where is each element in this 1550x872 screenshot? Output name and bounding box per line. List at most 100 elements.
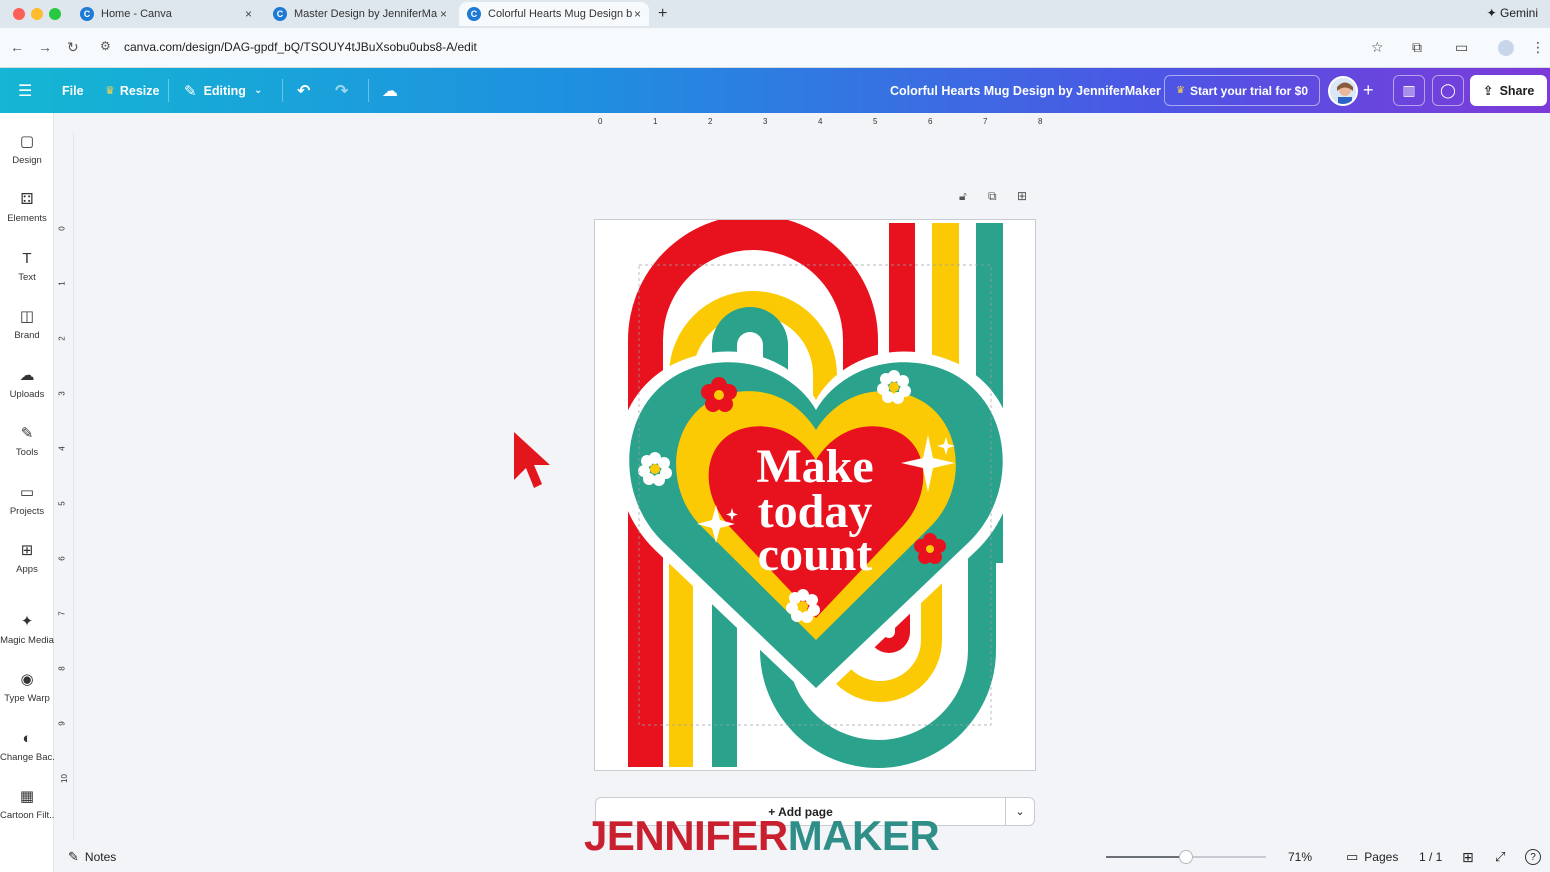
ruler-tick-label: 9 <box>57 721 67 726</box>
comment-bubble-icon: ◯ <box>1440 82 1456 98</box>
browser-tab-home[interactable]: C Home - Canva × <box>72 2 260 26</box>
user-avatar[interactable] <box>1328 76 1358 106</box>
browser-tab-bar: C Home - Canva × C Master Design by Jenn… <box>0 0 1550 28</box>
ruler-tick-label: 6 <box>57 556 67 561</box>
ruler-tick-label: 0 <box>57 226 67 231</box>
sidebar-item-label: Magic Media <box>0 635 54 646</box>
canva-favicon-icon: C <box>80 7 94 21</box>
sidebar-item-tools[interactable]: ✎ Tools <box>0 425 54 458</box>
insights-button[interactable]: ▥ <box>1393 75 1425 106</box>
zoom-slider-thumb[interactable] <box>1179 850 1193 864</box>
invite-plus-button[interactable]: + <box>1363 68 1374 113</box>
editor-toolbar: ☰ File ♛ Resize ✎ Editing ⌄ ↶ ↷ ☁ Colorf… <box>0 68 1550 113</box>
back-arrow-icon[interactable]: ← <box>10 39 24 55</box>
resize-button[interactable]: ♛ Resize <box>105 68 159 113</box>
sidebar-item-label: Apps <box>16 564 38 575</box>
undo-icon: ↶ <box>297 82 311 100</box>
sidebar-item-change-bac[interactable]: ◐ Change Bac... <box>0 730 60 763</box>
cast-icon[interactable]: ▭ <box>1455 39 1468 56</box>
redo-button[interactable]: ↷ <box>335 68 348 113</box>
extensions-icon[interactable]: ⧉ <box>1412 39 1422 56</box>
sidebar-item-label: Type Warp <box>4 693 50 704</box>
gemini-button[interactable]: ✦ Gemini <box>1487 6 1538 20</box>
zoom-slider[interactable] <box>1106 842 1266 872</box>
trial-label: Start your trial for $0 <box>1189 83 1308 98</box>
address-bar: ← → ↻ ⚙ canva.com/design/DAG-gpdf_bQ/TSO… <box>0 28 1550 68</box>
zoom-level[interactable]: 71% <box>1288 842 1312 872</box>
resize-label: Resize <box>119 83 160 98</box>
browser-menu-icon[interactable]: ⋮ <box>1531 39 1545 56</box>
site-settings-icon[interactable]: ⚙ <box>100 39 111 53</box>
change-background-icon: ◐ <box>22 730 32 747</box>
reload-icon[interactable]: ↻ <box>67 39 79 56</box>
design-page[interactable]: Make today count <box>594 219 1036 771</box>
main-menu-icon[interactable]: ☰ <box>18 68 32 113</box>
sidebar-item-elements[interactable]: ⚃ Elements <box>0 191 54 224</box>
sidebar-item-cartoon-filt[interactable]: ▦ Cartoon Filt... <box>0 788 57 821</box>
close-tab-icon[interactable]: × <box>634 7 641 21</box>
design-title[interactable]: Colorful Hearts Mug Design by JenniferMa… <box>890 68 1161 113</box>
sidebar-item-magic-media[interactable]: ✦ Magic Media <box>0 613 54 646</box>
horizontal-ruler: 0 1 2 3 4 5 6 7 8 <box>54 113 1550 133</box>
jennifermaker-watermark: JENNIFERMAKER <box>584 812 940 860</box>
ruler-tick-label: 6 <box>928 117 933 126</box>
headline-count[interactable]: count <box>758 528 873 581</box>
sidebar-item-type-warp[interactable]: ◉ Type Warp <box>0 671 54 704</box>
add-page-icon[interactable]: ⊞ <box>1017 189 1027 203</box>
grid-view-icon[interactable]: ⊞ <box>1462 842 1474 872</box>
ruler-tick-label: 3 <box>763 117 768 126</box>
duplicate-page-icon[interactable]: ⧉ <box>988 189 997 204</box>
toolbar-divider <box>168 79 169 102</box>
editing-mode-dropdown[interactable]: ✎ Editing ⌄ <box>184 68 262 113</box>
cloud-save-button[interactable]: ☁ <box>382 68 398 113</box>
type-warp-icon: ◉ <box>20 671 34 688</box>
share-button[interactable]: ⇪ Share <box>1470 75 1547 106</box>
sidebar-item-apps[interactable]: ⊞ Apps <box>0 542 54 575</box>
sidebar-item-uploads[interactable]: ☁ Uploads <box>0 367 54 400</box>
toolbar-divider <box>368 79 369 102</box>
sidebar-item-projects[interactable]: ▭ Projects <box>0 484 54 517</box>
help-button[interactable]: ? <box>1525 842 1541 872</box>
fullscreen-icon[interactable]: ⤢ <box>1495 842 1505 872</box>
pages-label: Pages <box>1364 850 1399 864</box>
bookmark-star-icon[interactable]: ☆ <box>1371 39 1384 56</box>
zoom-slider-fill <box>1106 856 1186 858</box>
comments-button[interactable]: ◯ <box>1432 75 1464 106</box>
close-tab-icon[interactable]: × <box>245 7 252 21</box>
close-window-button[interactable] <box>13 8 25 20</box>
chevron-down-icon: ⌄ <box>1015 806 1025 818</box>
ruler-tick-label: 8 <box>1038 117 1043 126</box>
start-trial-button[interactable]: ♛ Start your trial for $0 <box>1164 75 1320 106</box>
magic-media-icon: ✦ <box>20 613 34 630</box>
sidebar-item-brand[interactable]: ◫ Brand <box>0 308 54 341</box>
sidebar-item-design[interactable]: ▢ Design <box>0 133 54 166</box>
undo-button[interactable]: ↶ <box>297 68 310 113</box>
browser-tab-colorful-hearts[interactable]: C Colorful Hearts Mug Design b × <box>459 2 649 26</box>
user-photo-icon <box>1330 78 1356 104</box>
cloud-check-icon: ☁ <box>382 82 398 100</box>
tab-title: Master Design by JenniferMa <box>294 8 438 20</box>
pages-button[interactable]: ▭ Pages <box>1346 842 1398 872</box>
sidebar-item-label: Elements <box>7 213 47 224</box>
add-page-dropdown[interactable]: ⌄ <box>1006 797 1035 826</box>
close-tab-icon[interactable]: × <box>440 7 447 21</box>
maximize-window-button[interactable] <box>49 8 61 20</box>
notes-button[interactable]: ✎ Notes <box>68 842 116 872</box>
lock-page-icon[interactable]: 🔓︎ <box>959 189 967 204</box>
minimize-window-button[interactable] <box>31 8 43 20</box>
sidebar-item-label: Design <box>12 155 42 166</box>
profile-avatar-icon[interactable] <box>1498 40 1514 56</box>
url-field[interactable]: canva.com/design/DAG-gpdf_bQ/TSOUY4tJBuX… <box>124 40 477 54</box>
forward-arrow-icon[interactable]: → <box>38 39 52 55</box>
projects-icon: ▭ <box>19 484 35 501</box>
browser-tab-master-design[interactable]: C Master Design by JenniferMa × <box>265 2 455 26</box>
new-tab-button[interactable]: + <box>658 5 667 23</box>
ruler-tick-label: 5 <box>873 117 878 126</box>
ruler-tick-label: 7 <box>983 117 988 126</box>
file-menu-button[interactable]: File <box>62 68 84 113</box>
sidebar-item-text[interactable]: T Text <box>0 250 54 283</box>
crown-icon: ♛ <box>105 85 115 97</box>
elements-icon: ⚃ <box>20 191 34 208</box>
ruler-tick-label: 4 <box>57 446 67 451</box>
design-icon: ▢ <box>19 133 35 150</box>
